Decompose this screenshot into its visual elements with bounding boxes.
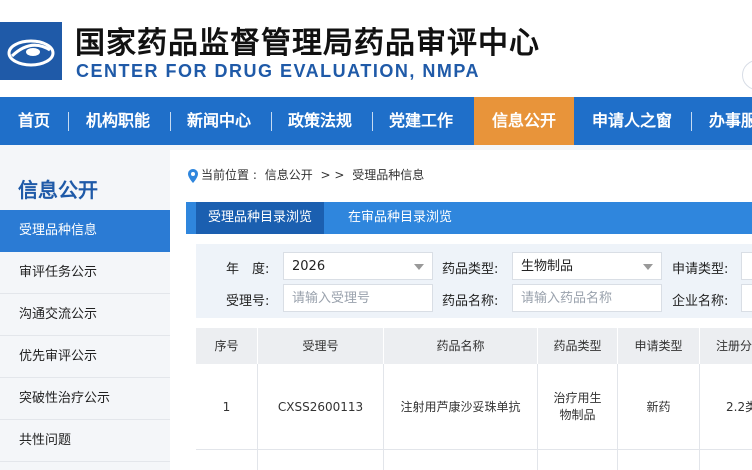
tab-bar: 受理品种目录浏览 在审品种目录浏览: [186, 202, 752, 234]
accept-no-input[interactable]: 请输入受理号: [283, 284, 433, 312]
col-header-apply-type: 申请类型: [618, 328, 700, 364]
search-toggle-icon[interactable]: [742, 60, 752, 90]
cell-drug-type: 治疗用生 物制品: [538, 364, 618, 450]
nav-divider: [68, 112, 69, 131]
sidebar-item-priority-review[interactable]: 优先审评公示: [0, 336, 170, 378]
nav-divider: [271, 112, 272, 131]
nav-item-policy[interactable]: 政策法规: [288, 97, 352, 145]
apply-type-label: 申请类型:: [672, 262, 729, 277]
cell-drug-name: [384, 450, 538, 470]
table-row[interactable]: [196, 450, 752, 470]
results-table: 序号 受理号 药品名称 药品类型 申请类型 注册分 1 CXSS2600113 …: [196, 328, 752, 470]
col-header-drug-type: 药品类型: [538, 328, 618, 364]
drug-type-select[interactable]: 生物制品: [512, 252, 662, 280]
cell-accept-no: CXSS2600113: [258, 364, 384, 450]
main-nav: 首页 机构职能 新闻中心 政策法规 党建工作 信息公开 申请人之窗 办事服: [0, 97, 752, 145]
sidebar-item-accepted-varieties[interactable]: 受理品种信息: [0, 210, 170, 252]
company-label: 企业名称:: [672, 294, 729, 309]
nav-divider: [691, 112, 692, 131]
drug-name-label: 药品名称:: [442, 294, 499, 309]
sidebar: 信息公开 受理品种信息 审评任务公示 沟通交流公示 优先审评公示 突破性治疗公示…: [0, 150, 170, 470]
page: 国家药品监督管理局药品审评中心 CENTER FOR DRUG EVALUATI…: [0, 0, 752, 470]
drug-type-label: 药品类型:: [442, 262, 499, 277]
cell-index: 1: [196, 364, 258, 450]
drug-type-select-value: 生物制品: [521, 259, 574, 274]
cell-drug-name: 注射用芦康沙妥珠单抗: [384, 364, 538, 450]
cell-reg-class: 2.2类: [726, 399, 752, 414]
nav-item-info-disclosure[interactable]: 信息公开: [474, 97, 574, 145]
accept-no-label: 受理号:: [226, 294, 270, 309]
sidebar-item-breakthrough-therapy[interactable]: 突破性治疗公示: [0, 378, 170, 420]
year-select-value: 2026: [292, 259, 326, 274]
sidebar-item-common-issues[interactable]: 共性问题: [0, 420, 170, 462]
chevron-down-icon: [643, 264, 653, 270]
cell-index: [196, 450, 258, 470]
cde-logo[interactable]: [0, 22, 62, 80]
col-header-drug-name: 药品名称: [384, 328, 538, 364]
col-header-reg-class: 注册分: [700, 328, 752, 364]
sidebar-item-review-tasks[interactable]: 审评任务公示: [0, 252, 170, 294]
drug-name-input[interactable]: 请输入药品名称: [512, 284, 662, 312]
tab-accepted-catalog[interactable]: 受理品种目录浏览: [196, 202, 324, 234]
filter-panel: 年 度: 2026 药品类型: 生物制品 申请类型: 受理号: 请输入受理号 药…: [196, 244, 752, 318]
cell-apply-type: 新药: [618, 364, 700, 450]
site-subtitle: CENTER FOR DRUG EVALUATION, NMPA: [76, 61, 480, 81]
nav-divider: [372, 112, 373, 131]
main-panel: 当前位置 : 信息公开 > > 受理品种信息 受理品种目录浏览 在审品种目录浏览…: [170, 150, 752, 470]
site-header: 国家药品监督管理局药品审评中心 CENTER FOR DRUG EVALUATI…: [0, 0, 752, 97]
nav-item-party[interactable]: 党建工作: [389, 97, 453, 145]
apply-type-select[interactable]: [741, 252, 752, 280]
breadcrumb: 当前位置 : 信息公开 > > 受理品种信息: [201, 166, 428, 183]
nav-item-applicant[interactable]: 申请人之窗: [592, 97, 672, 145]
table-header: 序号 受理号 药品名称 药品类型 申请类型 注册分: [196, 328, 752, 364]
nav-item-home[interactable]: 首页: [18, 97, 50, 145]
tab-in-review-catalog[interactable]: 在审品种目录浏览: [336, 202, 464, 234]
breadcrumb-separator: > >: [320, 168, 345, 182]
breadcrumb-prefix: 当前位置 :: [201, 168, 257, 182]
year-label: 年 度:: [226, 262, 270, 277]
cell-accept-no: [258, 450, 384, 470]
nav-item-functions[interactable]: 机构职能: [86, 97, 150, 145]
chevron-down-icon: [414, 264, 424, 270]
col-header-index: 序号: [196, 328, 258, 364]
breadcrumb-section[interactable]: 信息公开: [265, 168, 313, 182]
sidebar-item-communication[interactable]: 沟通交流公示: [0, 294, 170, 336]
nav-item-news[interactable]: 新闻中心: [187, 97, 251, 145]
cell-apply-type: [618, 450, 700, 470]
location-pin-icon: [188, 168, 198, 183]
col-header-accept-no: 受理号: [258, 328, 384, 364]
nav-divider: [170, 112, 171, 131]
table-row[interactable]: 1 CXSS2600113 注射用芦康沙妥珠单抗 治疗用生 物制品 新药 2.2…: [196, 364, 752, 450]
site-title: 国家药品监督管理局药品审评中心: [75, 26, 540, 61]
year-select[interactable]: 2026: [283, 252, 433, 280]
cell-drug-type: [538, 450, 618, 470]
nav-item-services[interactable]: 办事服: [709, 97, 752, 145]
company-input[interactable]: [741, 284, 752, 312]
sidebar-title: 信息公开: [18, 178, 98, 202]
breadcrumb-current: 受理品种信息: [352, 168, 425, 182]
